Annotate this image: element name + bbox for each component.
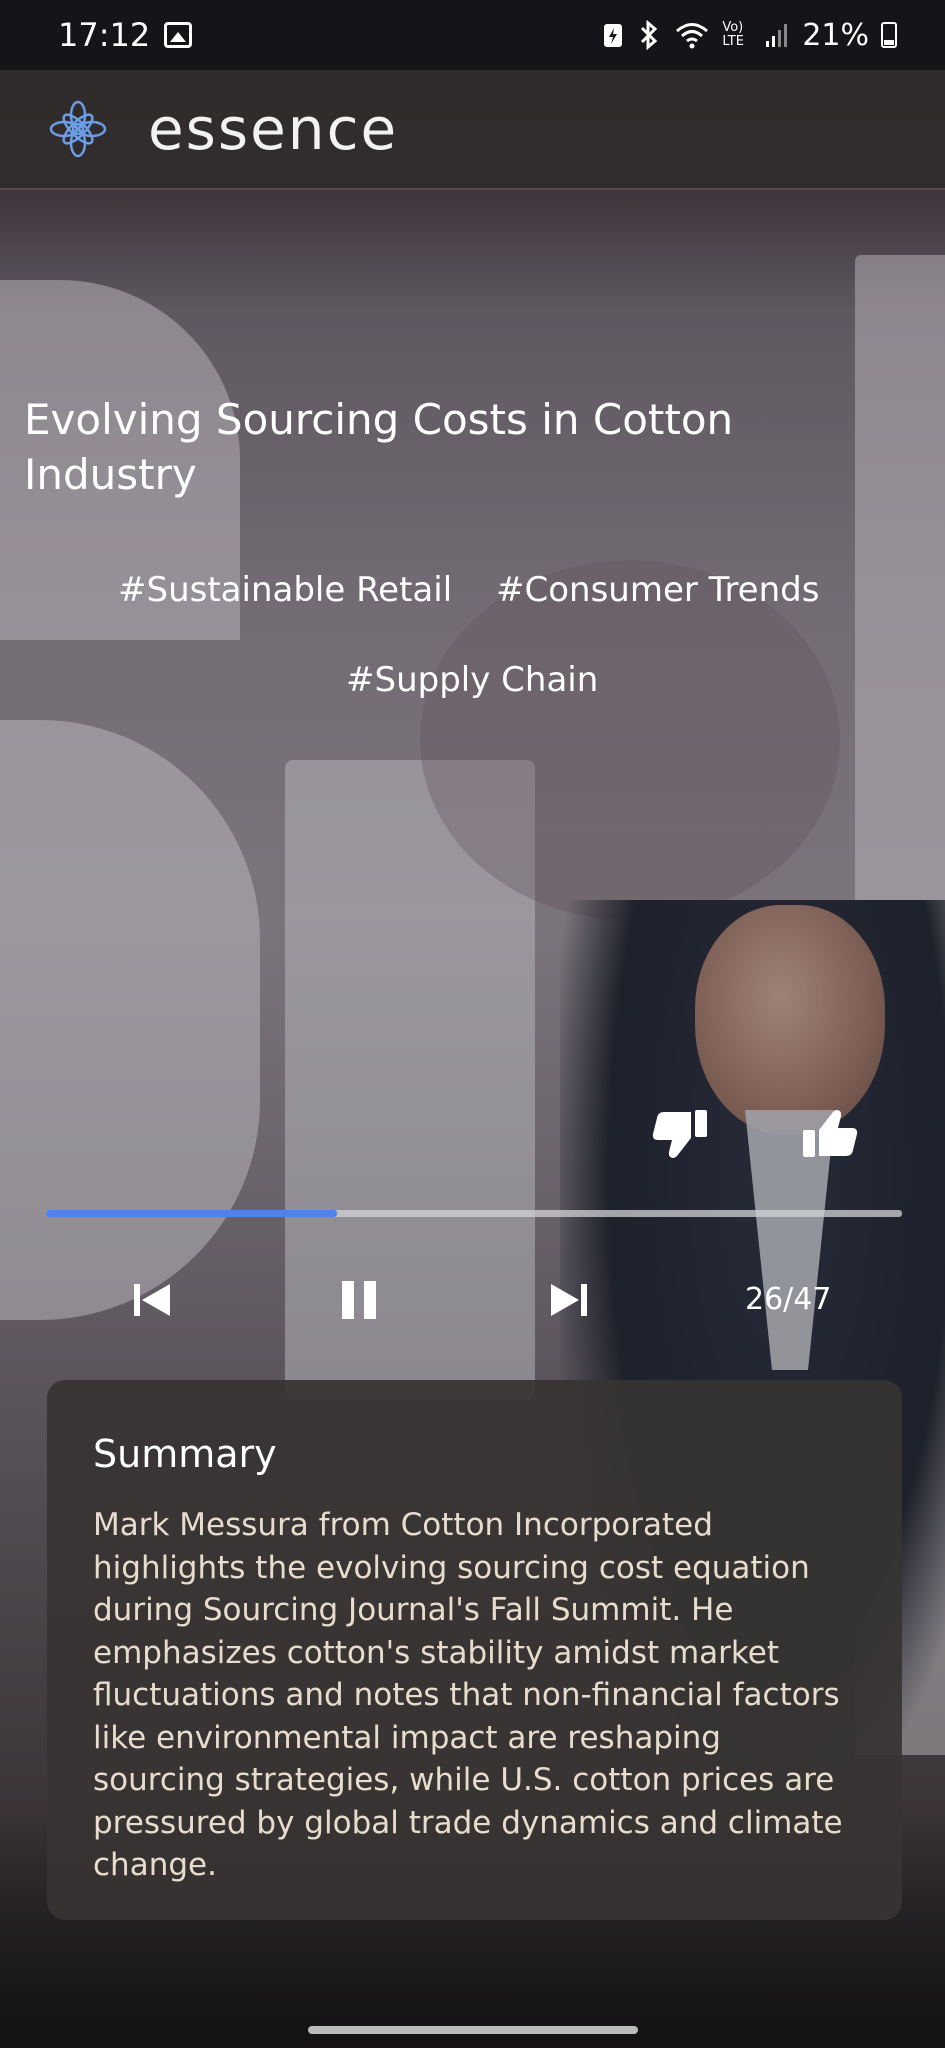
tag-consumer-trends[interactable]: #Consumer Trends <box>496 570 819 610</box>
home-indicator[interactable] <box>308 2026 638 2034</box>
status-icons: Vo) LTE 21% <box>602 18 897 53</box>
battery-saver-icon <box>604 24 623 47</box>
skip-next-icon[interactable] <box>547 1278 591 1322</box>
volte-indicator: Vo) LTE <box>722 20 744 49</box>
playback-progress-bar[interactable] <box>46 1210 902 1217</box>
summary-heading: Summary <box>93 1432 277 1476</box>
summary-body: Mark Messura from Cotton Incorporated hi… <box>93 1507 843 1883</box>
battery-percent: 21% <box>802 17 869 53</box>
gallery-notification-icon <box>164 22 193 48</box>
wifi-icon <box>676 23 709 49</box>
bluetooth-icon <box>641 20 658 50</box>
playback-progress-fill <box>46 1210 338 1217</box>
article-title: Evolving Sourcing Costs in Cotton Indust… <box>24 395 734 499</box>
cell-signal-icon <box>766 24 788 47</box>
thumbs-down-icon[interactable] <box>650 1108 710 1160</box>
essence-logo-icon[interactable] <box>48 99 108 159</box>
thumbs-up-icon[interactable] <box>800 1108 860 1160</box>
summary-card: Summary Mark Messura from Cotton Incorpo… <box>47 1380 902 1920</box>
tag-sustainable-retail[interactable]: #Sustainable Retail <box>118 570 452 610</box>
skip-previous-icon[interactable] <box>130 1278 174 1322</box>
app-brand-title: essence <box>148 95 399 163</box>
pause-icon[interactable] <box>338 1278 382 1322</box>
battery-icon <box>881 22 897 48</box>
item-counter: 26/47 <box>745 1282 832 1317</box>
status-bar: 17:12 Vo) LTE 21% <box>0 0 945 70</box>
app-header: essence <box>0 70 945 188</box>
status-time: 17:12 <box>58 16 151 54</box>
tag-supply-chain[interactable]: #Supply Chain <box>346 660 598 700</box>
